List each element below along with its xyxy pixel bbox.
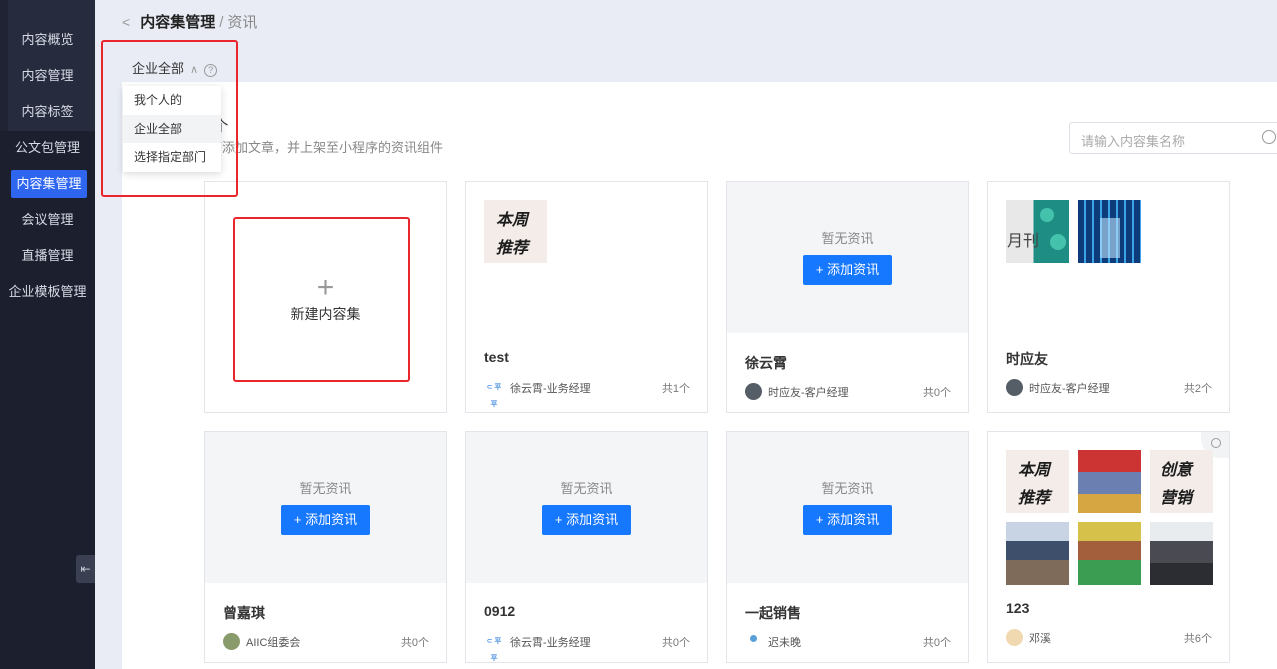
- card-title: 徐云霄: [745, 355, 787, 371]
- card-count: 共0个: [661, 637, 690, 649]
- avatar: [223, 633, 240, 650]
- thumb-text: 月刊: [1007, 233, 1040, 250]
- add-news-button[interactable]: + 添加资讯: [542, 505, 631, 535]
- avatar: [1006, 629, 1023, 646]
- sidebar-item-content-tags[interactable]: 内容标签: [0, 98, 95, 126]
- card-owner: ⊂ 平平 徐云霄-业务经理: [484, 633, 591, 662]
- content-set-card[interactable]: 暂无资讯 + 添加资讯 徐云霄 时应友-客户经理 共0个: [726, 181, 969, 413]
- owner-name: 时应友-客户经理: [768, 386, 849, 399]
- sidebar-item-meetings[interactable]: 会议管理: [0, 206, 95, 234]
- back-icon[interactable]: <: [122, 14, 130, 30]
- thumb-text: 营销: [1160, 488, 1193, 507]
- card-owner: 时应友-客户经理: [1006, 379, 1110, 396]
- add-news-button[interactable]: + 添加资讯: [803, 505, 892, 535]
- sidebar-item-content-sets[interactable]: 内容集管理: [11, 170, 87, 198]
- owner-logo-icon: ⊂ 平平: [484, 633, 504, 662]
- card-owner: 迟未晚: [745, 633, 801, 650]
- content-set-card[interactable]: 本周 推荐 创意 营销 123 邓溪 共6个: [987, 431, 1230, 663]
- thumbnail-weekly-recommend: 本周 推荐: [1006, 450, 1069, 513]
- thumb-text: 创意: [1160, 460, 1193, 479]
- avatar: [745, 633, 762, 650]
- sidebar-item-templates[interactable]: 企业模板管理: [0, 278, 95, 306]
- card-count: 共0个: [922, 637, 951, 649]
- owner-name: 邓溪: [1029, 632, 1051, 645]
- breadcrumb-current[interactable]: 内容集管理: [140, 14, 215, 31]
- content-set-description: 可添加文章，并上架至小程序的资讯组件: [209, 140, 444, 155]
- sidebar-item-content-overview[interactable]: 内容概览: [0, 26, 95, 54]
- content-set-card[interactable]: 暂无资讯 + 添加资讯 0912 ⊂ 平平 徐云霄-业务经理 共0个: [465, 431, 708, 663]
- card-owner: 邓溪: [1006, 629, 1051, 646]
- thumbnail-monthly: 月刊: [1006, 200, 1069, 263]
- empty-text: 暂无资讯: [821, 231, 874, 246]
- thumbnail-group-photo: [1006, 522, 1069, 585]
- thumbnail-group-photo: [1150, 522, 1213, 585]
- empty-text: 暂无资讯: [821, 481, 874, 496]
- thumb-text: 本周: [496, 210, 529, 229]
- thumb-decoration: [1050, 234, 1066, 250]
- thumb-text: 本周: [1018, 460, 1051, 479]
- search-icon[interactable]: [1262, 130, 1276, 144]
- highlight-box: [101, 40, 238, 197]
- owner-name: 时应友-客户经理: [1029, 382, 1110, 395]
- owner-name: AIIC组委会: [246, 636, 301, 649]
- thumbnail-group-photo: [1078, 522, 1141, 585]
- owner-name: 徐云霄-业务经理: [510, 382, 591, 395]
- thumbnail-creative-marketing: 创意 营销: [1150, 450, 1213, 513]
- thumb-text: 推荐: [1018, 488, 1051, 507]
- breadcrumb: < 内容集管理 / 资讯: [122, 11, 257, 32]
- card-owner: ⊂ 平平 徐云霄-业务经理: [484, 379, 591, 408]
- thumbnail-event-photo: [1078, 450, 1141, 513]
- card-count: 共1个: [661, 383, 690, 395]
- breadcrumb-leaf: 资讯: [227, 14, 258, 31]
- thumbnail-weekly-recommend: 本周 推荐: [484, 200, 547, 263]
- sidebar-item-content-management[interactable]: 内容管理: [0, 62, 95, 90]
- content-set-card[interactable]: 本周 推荐 test ⊂ 平平 徐云霄-业务经理 共1个: [465, 181, 708, 413]
- card-count: 共0个: [400, 637, 429, 649]
- card-title: 一起销售: [745, 605, 801, 621]
- sidebar-item-briefcase[interactable]: 公文包管理: [0, 134, 95, 162]
- card-count: 共6个: [1183, 633, 1212, 645]
- card-count: 共0个: [922, 387, 951, 399]
- sidebar-item-live[interactable]: 直播管理: [0, 242, 95, 270]
- avatar: [745, 383, 762, 400]
- card-title: 0912: [484, 603, 516, 619]
- card-title: 曾嘉琪: [223, 605, 265, 621]
- search-placeholder: 请输入内容集名称: [1081, 134, 1186, 149]
- avatar: [1006, 379, 1023, 396]
- breadcrumb-separator: /: [219, 14, 224, 31]
- add-news-button[interactable]: + 添加资讯: [281, 505, 370, 535]
- owner-name: 迟未晚: [768, 636, 801, 649]
- thumb-decoration: [1040, 208, 1054, 222]
- card-title: 时应友: [1006, 351, 1048, 367]
- sidebar-collapse-button[interactable]: ⇤: [76, 555, 95, 583]
- content-set-card[interactable]: 月刊 时应友 时应友-客户经理 共2个: [987, 181, 1230, 413]
- content-set-card[interactable]: 暂无资讯 + 添加资讯 曾嘉琪 AIIC组委会 共0个: [204, 431, 447, 663]
- card-count: 共2个: [1183, 383, 1212, 395]
- empty-text: 暂无资讯: [299, 481, 352, 496]
- thumbnail-datacenter: [1078, 200, 1141, 263]
- card-owner: AIIC组委会: [223, 633, 300, 650]
- highlight-box: [233, 217, 410, 382]
- card-owner: 时应友-客户经理: [745, 383, 849, 400]
- search-input[interactable]: 请输入内容集名称: [1069, 122, 1277, 154]
- card-title: 123: [1006, 600, 1030, 616]
- card-title: test: [484, 349, 509, 365]
- content-set-card[interactable]: 暂无资讯 + 添加资讯 一起销售 迟未晚 共0个: [726, 431, 969, 663]
- thumb-text: 推荐: [496, 238, 529, 257]
- owner-logo-icon: ⊂ 平平: [484, 379, 504, 408]
- empty-text: 暂无资讯: [560, 481, 613, 496]
- add-news-button[interactable]: + 添加资讯: [803, 255, 892, 285]
- sidebar: 内容概览 内容管理 内容标签 公文包管理 内容集管理 会议管理 直播管理 企业模…: [0, 0, 95, 669]
- owner-name: 徐云霄-业务经理: [510, 636, 591, 649]
